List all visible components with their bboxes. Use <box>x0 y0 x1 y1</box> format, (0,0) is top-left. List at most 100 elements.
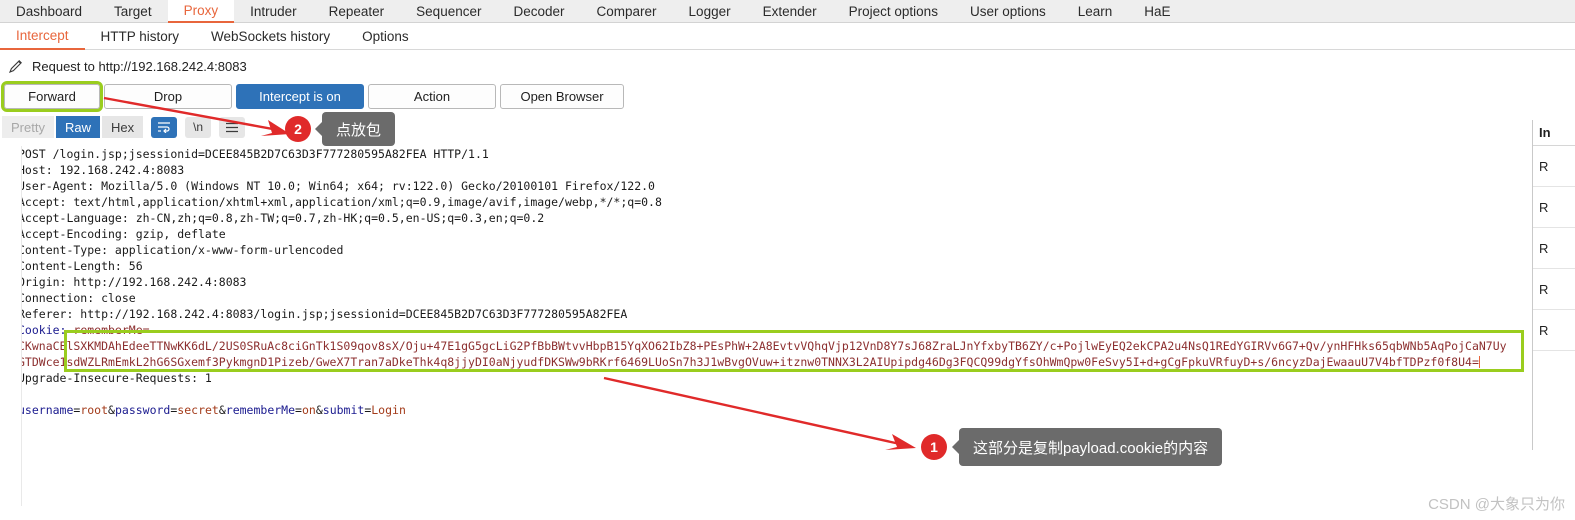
main-tab-learn[interactable]: Learn <box>1062 0 1129 22</box>
main-tab-intruder[interactable]: Intruder <box>234 0 313 22</box>
inspector-row[interactable]: R <box>1533 146 1575 187</box>
line-number: 1 <box>7 307 14 320</box>
request-editor[interactable]: 1 POST /login.jsp;jsessionid=DCEE845B2D7C… <box>0 146 1507 506</box>
inspector-row[interactable]: R <box>1533 187 1575 228</box>
sub-tab-label: Intercept <box>16 28 69 43</box>
line-text: Accept-Language: zh-CN,zh;q=0.8,zh-TW;q=… <box>18 211 545 225</box>
line-number: 7 <box>7 243 14 256</box>
code-line: 3 User-Agent: Mozilla/5.0 (Windows NT 10.… <box>0 178 1507 194</box>
pretty-mode-button[interactable]: Pretty <box>2 116 54 138</box>
sub-tab-intercept[interactable]: Intercept <box>0 23 85 50</box>
main-tab-repeater[interactable]: Repeater <box>313 0 401 22</box>
line-text: Content-Type: application/x-www-form-url… <box>18 243 344 257</box>
code-line: 9 Origin: http://192.168.242.4:8083 <box>0 274 1507 290</box>
annotation-badge-number: 1 <box>930 439 938 455</box>
hex-mode-button[interactable]: Hex <box>101 116 144 138</box>
line-number: 2 <box>7 323 14 336</box>
sub-tab-label: WebSockets history <box>211 28 331 44</box>
pencil-icon <box>8 58 24 74</box>
cookie-label: Cookie: <box>18 323 74 337</box>
code-line: 7 Content-Type: application/x-www-form-ur… <box>0 242 1507 258</box>
line-number: 6 <box>7 227 14 240</box>
line-number: 4 <box>7 195 14 208</box>
body-value-submit: Login <box>371 403 406 417</box>
main-tab-label: Target <box>114 3 152 19</box>
line-number: 3 <box>7 371 14 384</box>
main-tab-label: Proxy <box>183 3 219 18</box>
main-tab-project-options[interactable]: Project options <box>833 0 954 22</box>
body-value-password: secret <box>177 403 219 417</box>
code-line: 4 Accept: text/html,application/xhtml+xml… <box>0 194 1507 210</box>
main-tab-bar: Dashboard Target Proxy Intruder Repeater… <box>0 0 1575 23</box>
cookie-name: rememberMe= <box>73 323 150 337</box>
main-tab-user-options[interactable]: User options <box>954 0 1062 22</box>
sub-tab-options[interactable]: Options <box>346 23 425 49</box>
annotation-tooltip-2: 点放包 <box>322 112 396 146</box>
main-tab-comparer[interactable]: Comparer <box>581 0 673 22</box>
line-number: 9 <box>7 275 14 288</box>
main-tab-label: Sequencer <box>416 3 482 19</box>
main-tab-sequencer[interactable]: Sequencer <box>400 0 497 22</box>
line-text: POST /login.jsp;jsessionid=DCEE845B2D7C6… <box>18 147 489 161</box>
code-line: 2 Host: 192.168.242.4:8083 <box>0 162 1507 178</box>
request-banner: Request to http://192.168.242.4:8083 <box>0 52 1575 80</box>
main-tab-label: Project options <box>848 3 938 19</box>
main-tab-label: Decoder <box>513 3 565 19</box>
main-tab-label: HaE <box>1144 3 1171 19</box>
code-line: 0 Connection: close <box>0 290 1507 306</box>
main-tab-logger[interactable]: Logger <box>673 0 747 22</box>
raw-mode-button[interactable]: Raw <box>55 116 100 138</box>
code-line-cookie-value: GTDWce1sdWZLRmEmkL2hG6SGxemf3PykmgnD1Piz… <box>0 354 1507 370</box>
inspector-panel: In R R R R R <box>1532 120 1575 450</box>
main-tab-dashboard[interactable]: Dashboard <box>0 0 98 22</box>
main-tab-label: Extender <box>762 3 817 19</box>
line-text: username=root&password=secret&rememberMe… <box>18 403 406 417</box>
sub-tab-websockets-history[interactable]: WebSockets history <box>195 23 346 49</box>
code-line: 6 Accept-Encoding: gzip, deflate <box>0 226 1507 242</box>
editor-mode-bar: Pretty Raw Hex \n <box>0 116 246 138</box>
cookie-value-text: GTDWce1sdWZLRmEmkL2hG6SGxemf3PykmgnD1Piz… <box>18 355 1479 369</box>
watermark: CSDN @大象只为你 <box>1428 496 1565 513</box>
annotation-badge-number: 2 <box>294 121 302 137</box>
line-number: 5 <box>7 403 14 416</box>
main-tab-decoder[interactable]: Decoder <box>497 0 580 22</box>
burp-proxy-window: Dashboard Target Proxy Intruder Repeater… <box>0 0 1575 520</box>
line-text: Connection: close <box>18 291 136 305</box>
annotation-badge-2: 2 <box>285 116 311 142</box>
line-number <box>0 338 18 354</box>
hamburger-menu-icon[interactable] <box>219 116 246 138</box>
inspector-row[interactable]: R <box>1533 310 1575 351</box>
line-number: 8 <box>7 259 14 272</box>
main-tab-label: Learn <box>1077 3 1113 19</box>
main-tab-target[interactable]: Target <box>98 0 168 22</box>
cookie-value-part-2: GTDWce1sdWZLRmEmkL2hG6SGxemf3PykmgnD1Piz… <box>18 354 1507 370</box>
drop-button[interactable]: Drop <box>104 84 232 109</box>
line-text: Upgrade-Insecure-Requests: 1 <box>18 371 212 385</box>
line-text <box>18 386 1507 402</box>
annotation-badge-1: 1 <box>921 434 947 460</box>
main-tab-label: Intruder <box>250 3 297 19</box>
body-param-submit: submit <box>322 403 365 417</box>
forward-button[interactable]: Forward <box>1 81 103 112</box>
main-tab-label: Dashboard <box>16 3 83 19</box>
inspector-row[interactable]: R <box>1533 228 1575 269</box>
annotation-tooltip-1: 这部分是复制payload.cookie的内容 <box>959 428 1223 466</box>
main-tab-proxy[interactable]: Proxy <box>167 0 235 23</box>
word-wrap-icon[interactable] <box>151 116 178 138</box>
body-value-username: root <box>80 403 109 417</box>
action-button[interactable]: Action <box>368 84 496 109</box>
main-tab-hae[interactable]: HaE <box>1128 0 1186 22</box>
text-caret <box>1478 356 1480 368</box>
sub-tab-http-history[interactable]: HTTP history <box>85 23 196 49</box>
inspector-header: In <box>1533 120 1575 146</box>
open-browser-button[interactable]: Open Browser <box>500 84 624 109</box>
intercept-toggle-button[interactable]: Intercept is on <box>236 84 364 109</box>
inspector-row[interactable]: R <box>1533 269 1575 310</box>
code-line-cookie-value: CKwnaCElSXKMDAhEdeeTTNwKK6dL/2US0SRuAc8c… <box>0 338 1507 354</box>
newline-icon[interactable]: \n <box>185 116 212 138</box>
line-text: Accept: text/html,application/xhtml+xml,… <box>18 195 662 209</box>
code-line-cookie: 2 Cookie: rememberMe= <box>0 322 1507 338</box>
body-param-rememberme: rememberMe <box>225 403 296 417</box>
main-tab-extender[interactable]: Extender <box>747 0 833 22</box>
code-line: 1 Referer: http://192.168.242.4:8083/logi… <box>0 306 1507 322</box>
